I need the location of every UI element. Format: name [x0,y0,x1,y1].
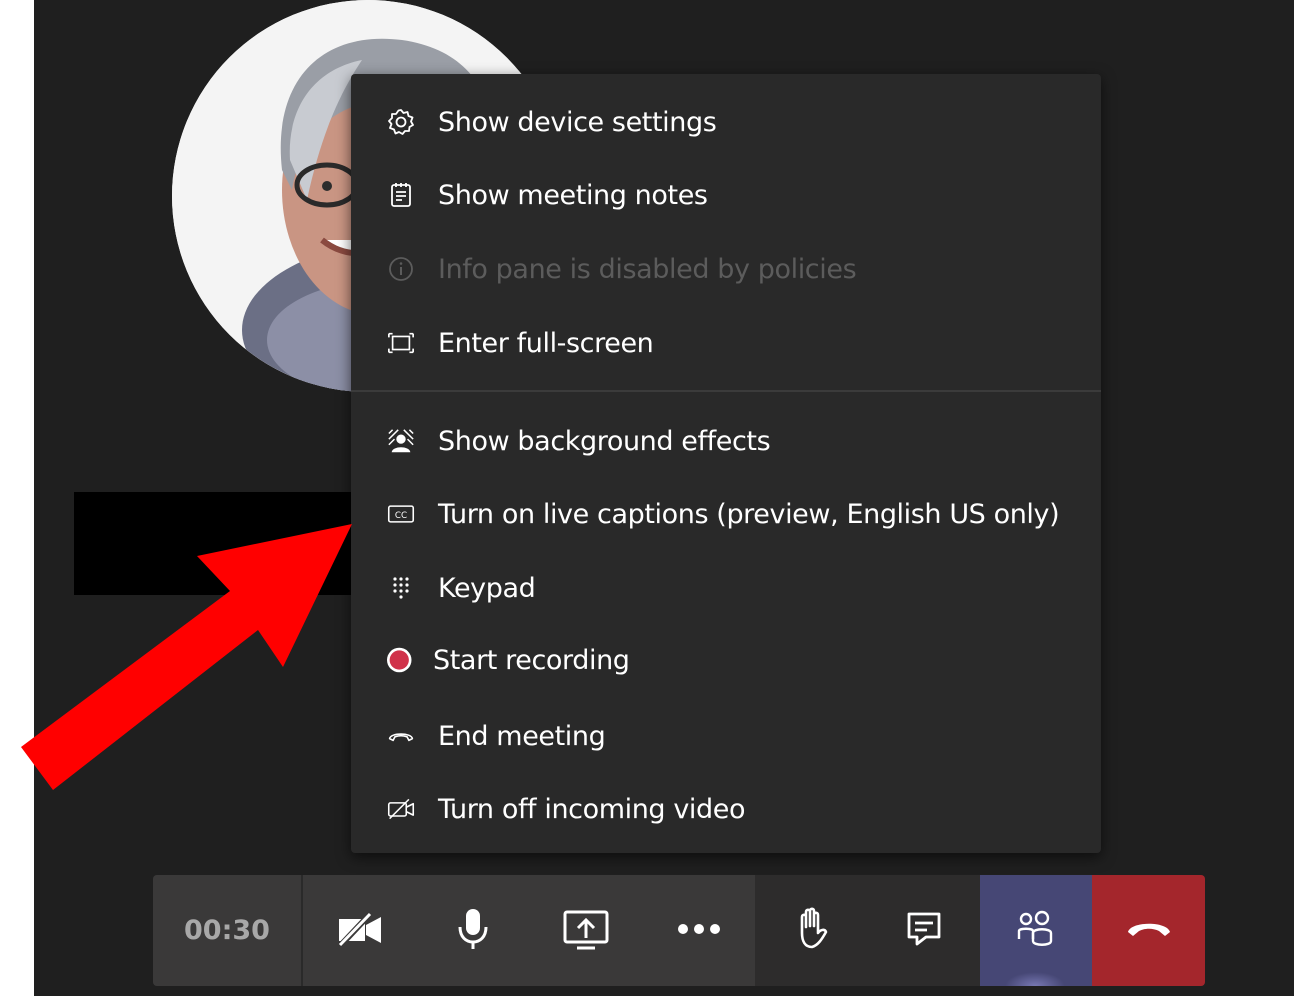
annotation-arrow [21,524,352,790]
